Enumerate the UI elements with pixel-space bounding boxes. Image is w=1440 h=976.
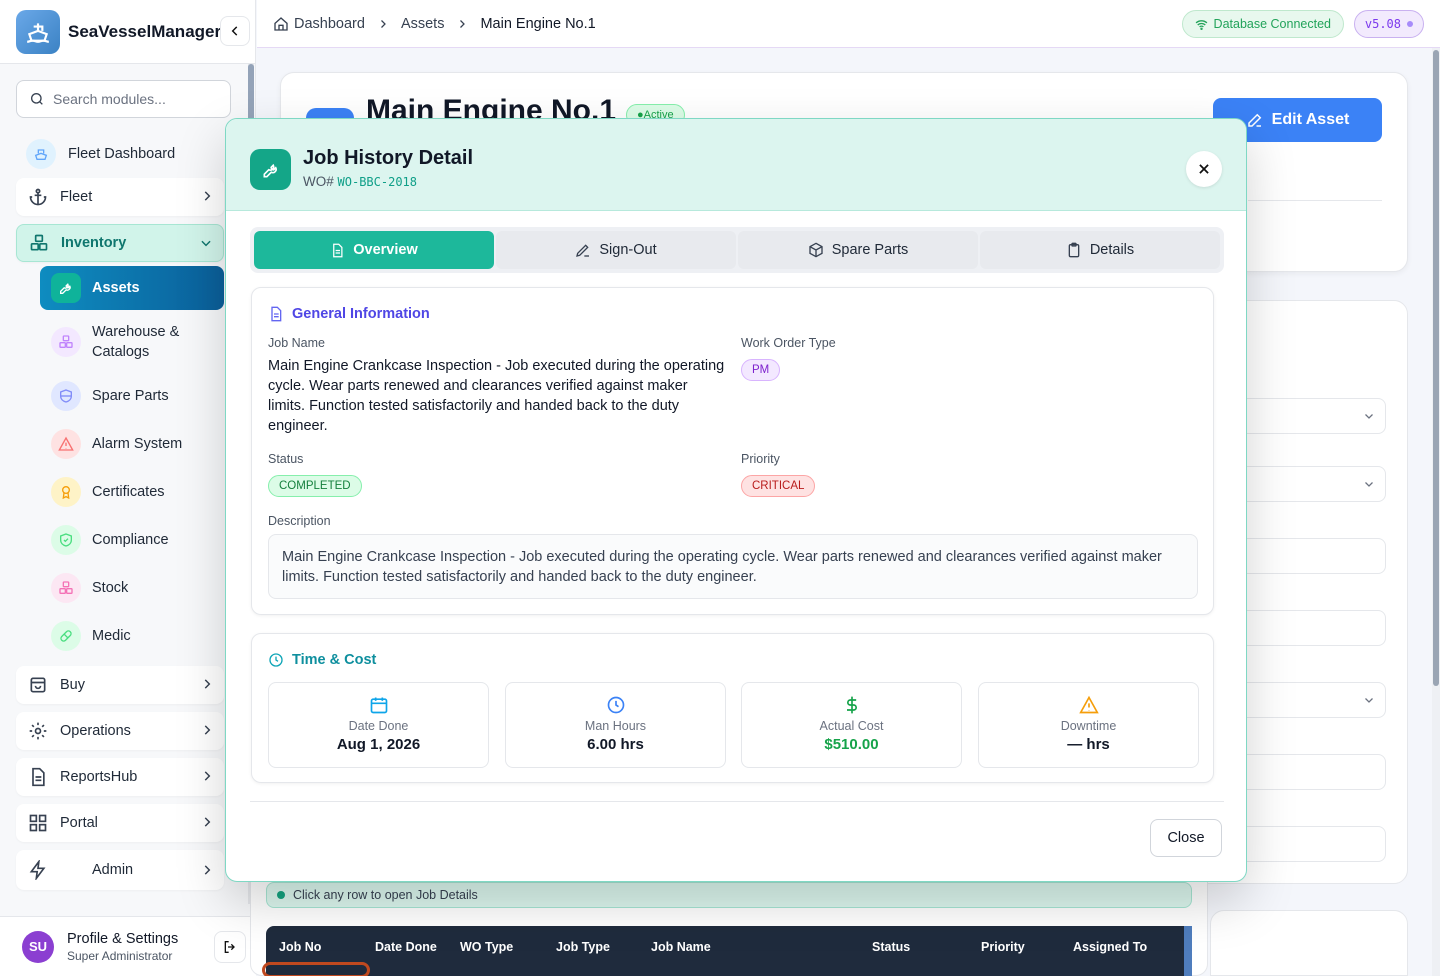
modal-title: Job History Detail	[303, 147, 474, 169]
description-label: Description	[268, 514, 331, 528]
work-order-type-badge: PM	[741, 359, 781, 381]
wo-code: WO-BBC-2018	[337, 175, 418, 189]
tab-overview[interactable]: Overview	[254, 231, 494, 269]
package-icon	[809, 242, 823, 258]
downtime-value: — hrs	[1067, 736, 1110, 753]
modal-header: Job History Detail WO# WO-BBC-2018	[226, 119, 1246, 211]
job-name-label: Job Name	[268, 336, 325, 350]
priority-label: Priority	[741, 452, 780, 466]
dollar-icon	[846, 696, 857, 714]
job-history-detail-modal: Job History Detail WO# WO-BBC-2018 Overv…	[225, 118, 1247, 882]
work-order-number: WO# WO-BBC-2018	[303, 174, 417, 189]
clipboard-icon	[1068, 242, 1080, 258]
warning-triangle-icon	[1078, 695, 1099, 714]
downtime-stat: Downtime — hrs	[978, 682, 1199, 768]
date-done-stat: Date Done Aug 1, 2026	[268, 682, 489, 768]
modal-footer-divider	[250, 801, 1224, 802]
man-hours-value: 6.00 hrs	[587, 736, 644, 753]
clock-icon	[607, 696, 624, 714]
tab-label: Overview	[353, 242, 418, 258]
time-cost-section: Time & Cost Date Done Aug 1, 2026 Man Ho…	[251, 633, 1214, 783]
actual-cost-stat: Actual Cost $510.00	[741, 682, 962, 768]
section-title: Time & Cost	[268, 652, 376, 668]
tab-label: Details	[1089, 242, 1135, 258]
general-info-title: General Information	[292, 306, 430, 322]
wo-prefix: WO#	[303, 174, 334, 189]
tab-sign-out[interactable]: Sign-Out	[496, 231, 736, 269]
tab-label: Sign-Out	[599, 242, 657, 258]
tab-spare-parts[interactable]: Spare Parts	[738, 231, 978, 269]
modal-close-button[interactable]	[1186, 151, 1222, 187]
tab-details[interactable]: Details	[980, 231, 1220, 269]
actual-cost-label: Actual Cost	[819, 719, 884, 733]
job-name-value: Main Engine Crankcase Inspection - Job e…	[268, 358, 725, 434]
status-label: Status	[268, 452, 304, 466]
downtime-label: Downtime	[1060, 719, 1117, 733]
actual-cost-value: $510.00	[824, 736, 879, 753]
general-information-section: General Information Job Name Main Engine…	[251, 287, 1214, 615]
close-icon	[1199, 164, 1209, 174]
section-title: General Information	[268, 306, 430, 322]
document-icon	[271, 306, 282, 322]
clock-icon	[269, 653, 283, 667]
man-hours-stat: Man Hours 6.00 hrs	[505, 682, 726, 768]
date-done-label: Date Done	[348, 719, 409, 733]
description-value: Main Engine Crankcase Inspection - Job e…	[268, 534, 1198, 599]
time-cost-title: Time & Cost	[292, 652, 377, 668]
signature-icon	[576, 244, 590, 257]
status-badge: COMPLETED	[268, 475, 362, 497]
modal-tabs: Overview Sign-Out Spare Parts Details	[250, 227, 1224, 273]
tab-label: Spare Parts	[831, 242, 909, 258]
work-order-type-label: Work Order Type	[741, 336, 836, 350]
priority-badge: CRITICAL	[741, 475, 816, 497]
document-icon	[333, 243, 343, 257]
calendar-icon	[370, 697, 387, 714]
close-button[interactable]: Close	[1150, 819, 1222, 857]
date-done-value: Aug 1, 2026	[336, 736, 421, 753]
man-hours-label: Man Hours	[584, 719, 647, 733]
wrench-icon	[250, 149, 291, 190]
